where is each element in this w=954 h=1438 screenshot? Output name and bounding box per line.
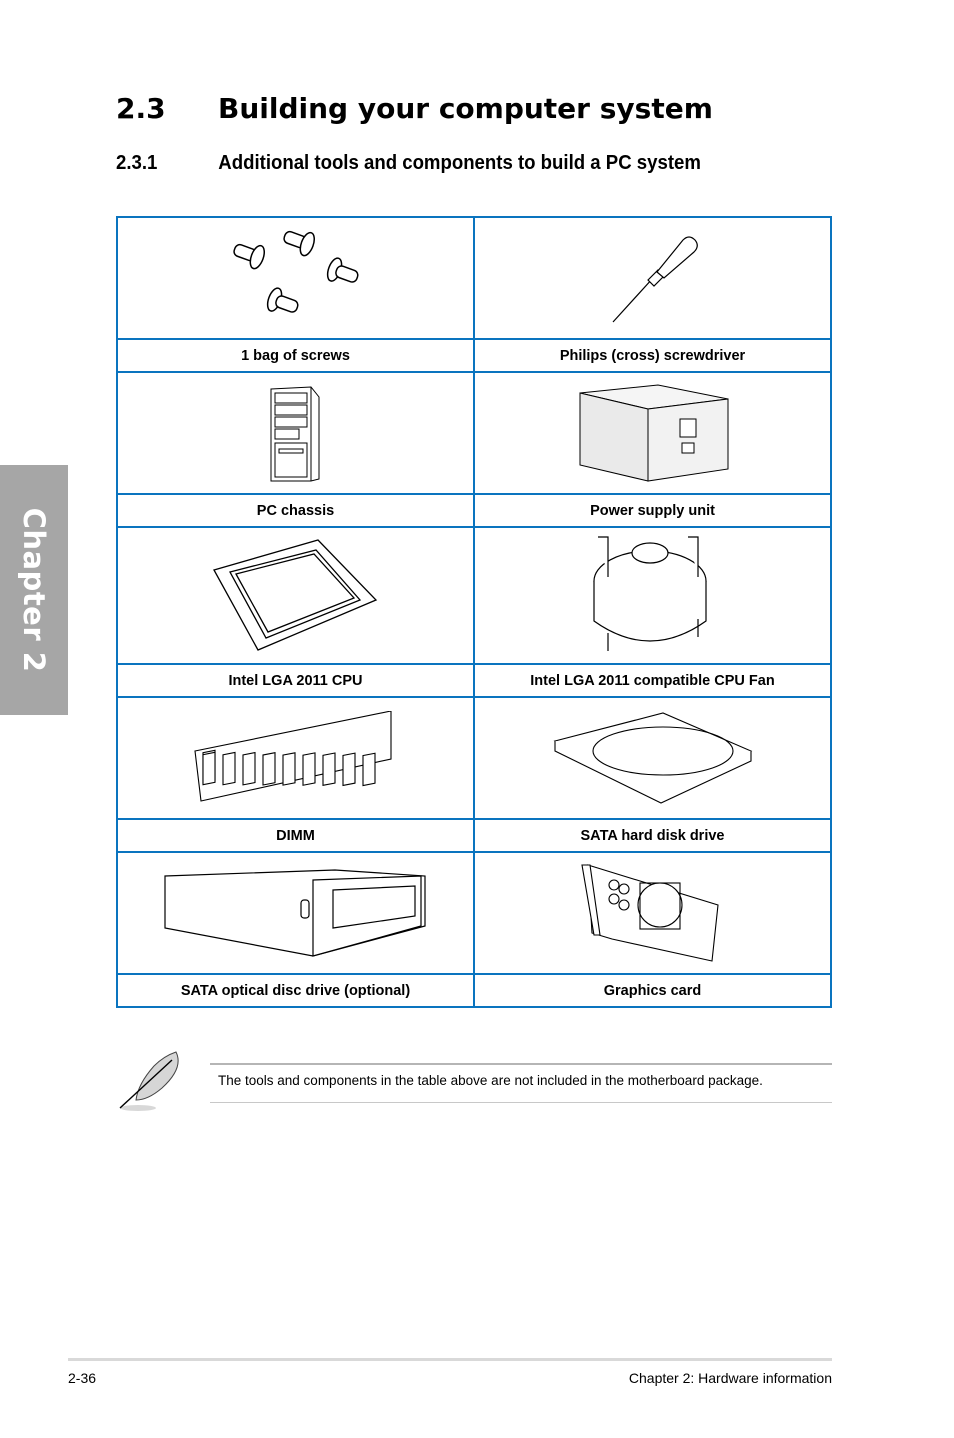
item-label: PC chassis bbox=[116, 493, 475, 528]
table-cell-image bbox=[116, 696, 475, 820]
table-cell-image bbox=[473, 526, 832, 665]
table-cell-image bbox=[116, 216, 475, 340]
item-label: 1 bag of screws bbox=[116, 338, 475, 373]
table-cell-image bbox=[473, 216, 832, 340]
item-label: SATA optical disc drive (optional) bbox=[116, 973, 475, 1008]
hard-disk-icon bbox=[553, 711, 752, 804]
note-box: The tools and components in the table ab… bbox=[110, 1050, 832, 1114]
table-cell-image bbox=[473, 851, 832, 975]
table-row: 1 bag of screws Philips (cross) screwdri… bbox=[116, 338, 832, 373]
table-cell-image bbox=[116, 371, 475, 495]
table-row: Intel LGA 2011 CPU Intel LGA 2011 compat… bbox=[116, 663, 832, 698]
table-row bbox=[116, 526, 832, 665]
table-row: SATA optical disc drive (optional) Graph… bbox=[116, 973, 832, 1008]
item-label: Philips (cross) screwdriver bbox=[473, 338, 832, 373]
table-row bbox=[116, 216, 832, 340]
cpu-fan-icon bbox=[592, 536, 707, 651]
item-label: Intel LGA 2011 CPU bbox=[116, 663, 475, 698]
feather-note-icon bbox=[119, 1051, 179, 1111]
cpu-icon bbox=[212, 538, 377, 651]
chapter-side-tab-label: Chapter 2 bbox=[17, 507, 51, 673]
dimm-icon bbox=[193, 710, 392, 802]
chapter-side-tab: Chapter 2 bbox=[0, 465, 68, 715]
table-cell-image bbox=[116, 526, 475, 665]
note-text: The tools and components in the table ab… bbox=[218, 1073, 763, 1088]
power-supply-icon bbox=[579, 384, 728, 482]
components-table: 1 bag of screws Philips (cross) screwdri… bbox=[116, 216, 832, 1008]
table-cell-image bbox=[473, 696, 832, 820]
subsection-title: Additional tools and components to build… bbox=[218, 152, 701, 174]
pc-chassis-icon bbox=[270, 386, 319, 482]
item-label: DIMM bbox=[116, 818, 475, 853]
screws-icon bbox=[232, 230, 359, 313]
table-row bbox=[116, 851, 832, 975]
table-row bbox=[116, 696, 832, 820]
screwdriver-icon bbox=[612, 236, 698, 323]
item-label: Graphics card bbox=[473, 973, 832, 1008]
page-number: 2-36 bbox=[68, 1370, 97, 1386]
item-label: Power supply unit bbox=[473, 493, 832, 528]
table-cell-image bbox=[116, 851, 475, 975]
table-row: PC chassis Power supply unit bbox=[116, 493, 832, 528]
section-number: 2.3 bbox=[116, 92, 166, 125]
table-row: DIMM SATA hard disk drive bbox=[116, 818, 832, 853]
table-row bbox=[116, 371, 832, 495]
graphics-card-icon bbox=[580, 864, 719, 962]
note-bottom-rule bbox=[210, 1102, 832, 1103]
subsection-number: 2.3.1 bbox=[116, 152, 158, 174]
note-top-rule bbox=[210, 1063, 832, 1065]
item-label: SATA hard disk drive bbox=[473, 818, 832, 853]
optical-drive-icon bbox=[163, 869, 426, 957]
item-label: Intel LGA 2011 compatible CPU Fan bbox=[473, 663, 832, 698]
table-cell-image bbox=[473, 371, 832, 495]
footer-chapter-title: Chapter 2: Hardware information bbox=[628, 1370, 832, 1386]
section-title: Building your computer system bbox=[218, 92, 713, 125]
footer-rule bbox=[68, 1358, 832, 1361]
